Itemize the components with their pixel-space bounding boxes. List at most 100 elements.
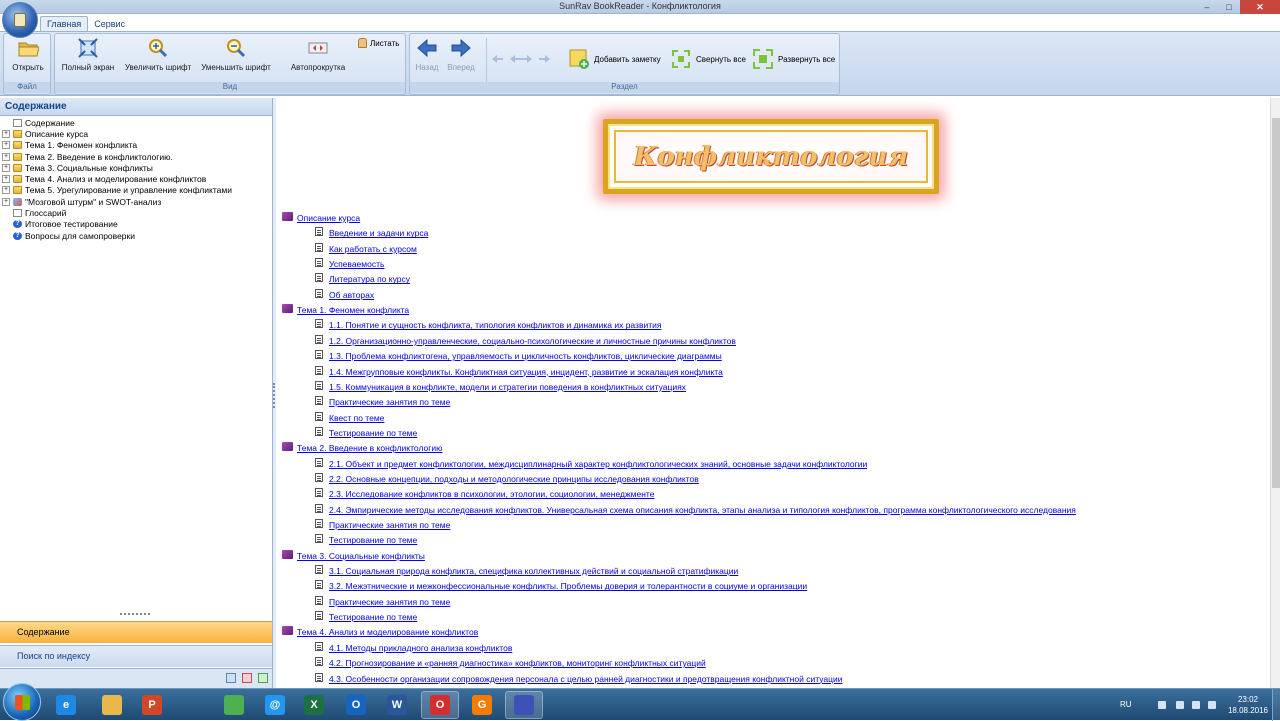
- toc-link[interactable]: Описание курса: [297, 213, 360, 223]
- toc-link[interactable]: Литература по курсу: [329, 274, 410, 284]
- start-button[interactable]: [3, 683, 41, 721]
- taskbar-app[interactable]: [505, 691, 543, 719]
- expand-toggle-icon[interactable]: +: [2, 129, 10, 138]
- toc-link[interactable]: Практические занятия по теме: [329, 397, 450, 407]
- toc-link[interactable]: 1.5. Коммуникация в конфликте, модели и …: [329, 382, 686, 392]
- page-icon: [315, 641, 323, 651]
- tree-item[interactable]: + Тема 3. Социальные конфликты: [2, 162, 272, 173]
- zoom-in-label: Увеличить шрифт: [124, 63, 192, 72]
- toc-link[interactable]: 1.1. Понятие и сущность конфликта, типол…: [329, 320, 661, 330]
- tree-item[interactable]: + Тема 1. Феномен конфликта: [2, 140, 272, 151]
- toc-link[interactable]: 3.1. Социальная природа конфликта, специ…: [329, 566, 738, 576]
- folder-icon: [13, 175, 22, 184]
- toc-link[interactable]: 1.2. Организационно-управленческие, соци…: [329, 336, 736, 346]
- tray-arrow-icon[interactable]: [1158, 701, 1166, 709]
- toc-link[interactable]: 4.2. Прогнозирование и «ранняя диагности…: [329, 658, 706, 668]
- network-icon[interactable]: [1192, 701, 1200, 709]
- scrollbar-thumb[interactable]: [1272, 118, 1280, 488]
- back-button[interactable]: Назад: [412, 37, 442, 72]
- bookmark-icon[interactable]: [242, 673, 252, 683]
- taskbar-app[interactable]: O: [421, 691, 459, 719]
- fullscreen-button[interactable]: Полный экран: [59, 37, 117, 72]
- collapse-all-button[interactable]: Свернуть все: [670, 48, 746, 70]
- tree-item[interactable]: Содержание: [2, 117, 272, 128]
- taskbar-app[interactable]: P: [133, 691, 171, 719]
- minimize-button[interactable]: –: [1196, 0, 1218, 14]
- toc-link[interactable]: Тестирование по теме: [329, 612, 417, 622]
- toc-link[interactable]: Практические занятия по теме: [329, 597, 450, 607]
- taskbar-app[interactable]: @: [256, 691, 294, 719]
- open-button[interactable]: Открыть: [9, 37, 47, 72]
- expand-toggle-icon[interactable]: +: [2, 186, 10, 195]
- tree-item[interactable]: + Тема 5. Урегулирование и управление кон…: [2, 185, 272, 196]
- tree-item[interactable]: + Тема 2. Введение в конфликтологию.: [2, 151, 272, 162]
- panel-option-icon[interactable]: [226, 673, 236, 683]
- toc-link[interactable]: 4.1. Методы прикладного анализа конфликт…: [329, 643, 512, 653]
- toc-link[interactable]: 2.2. Основные концепции, подходы и метод…: [329, 474, 699, 484]
- tree-item[interactable]: + Описание курса: [2, 128, 272, 139]
- taskbar-app[interactable]: X: [295, 691, 333, 719]
- page-icon: [315, 288, 323, 298]
- tree-item[interactable]: ? Вопросы для самопроверки: [2, 230, 272, 241]
- forward-button[interactable]: Вперед: [446, 37, 476, 72]
- taskbar-app[interactable]: W: [378, 691, 416, 719]
- expand-toggle-icon[interactable]: +: [2, 152, 10, 161]
- toc-link[interactable]: 3.2. Межэтнические и межконфессиональные…: [329, 581, 807, 591]
- clock[interactable]: 23:02 18.08.2016: [1228, 694, 1268, 716]
- tree-item[interactable]: ? Итоговое тестирование: [2, 219, 272, 230]
- zoom-in-button[interactable]: Увеличить шрифт: [123, 37, 193, 72]
- app-menu-button[interactable]: [2, 2, 38, 38]
- tab-home[interactable]: Главная: [40, 16, 89, 31]
- toc-link[interactable]: 2.3. Исследование конфликтов в психологи…: [329, 489, 654, 499]
- toc-link[interactable]: Тестирование по теме: [329, 535, 417, 545]
- vertical-scrollbar[interactable]: [1270, 98, 1280, 688]
- autoscroll-button[interactable]: Автопрокрутка: [285, 37, 351, 72]
- taskbar-app[interactable]: [93, 691, 131, 719]
- zoom-out-button[interactable]: Уменьшить шрифт: [200, 37, 272, 72]
- nav-search-button[interactable]: Поиск по индексу: [0, 645, 272, 667]
- toc-link[interactable]: Тема 3. Социальные конфликты: [297, 551, 425, 561]
- nav-contents-button[interactable]: Содержание: [0, 621, 272, 643]
- toc-link[interactable]: Успеваемость: [329, 259, 384, 269]
- tree-item[interactable]: + "Мозговой штурм" и SWOT-анализ: [2, 196, 272, 207]
- splitter-grip[interactable]: [120, 613, 150, 616]
- toc-link[interactable]: 2.4. Эмпирические методы исследования ко…: [329, 505, 1076, 515]
- expand-toggle-icon[interactable]: +: [2, 163, 10, 172]
- toc-link[interactable]: Тема 4. Анализ и моделирование конфликто…: [297, 627, 478, 637]
- toc-link[interactable]: Тема 1. Феномен конфликта: [297, 305, 409, 315]
- toc-link[interactable]: Тестирование по теме: [329, 428, 417, 438]
- taskbar-app[interactable]: G: [463, 691, 501, 719]
- volume-icon[interactable]: [1208, 701, 1216, 709]
- taskbar-app[interactable]: e: [47, 691, 85, 719]
- maximize-button[interactable]: □: [1218, 0, 1240, 14]
- toc-link[interactable]: 4.3. Особенности организации сопровожден…: [329, 674, 842, 684]
- toc-link[interactable]: Тема 2. Введение в конфликтологию: [297, 443, 442, 453]
- flag-icon[interactable]: [1176, 701, 1184, 709]
- taskbar-app[interactable]: [215, 691, 253, 719]
- expand-toggle-icon[interactable]: +: [2, 141, 10, 150]
- add-icon[interactable]: [258, 673, 268, 683]
- close-button[interactable]: ✕: [1240, 0, 1280, 14]
- banner-title: Конфликтология: [633, 141, 909, 172]
- tree-item[interactable]: + Тема 4. Анализ и моделирование конфликт…: [2, 173, 272, 184]
- toc-link[interactable]: Введение и задачи курса: [329, 228, 428, 238]
- show-desktop-button[interactable]: [1272, 689, 1280, 721]
- expand-toggle-icon[interactable]: +: [2, 175, 10, 184]
- tree-item[interactable]: Глоссарий: [2, 207, 272, 218]
- toc-link[interactable]: Как работать с курсом: [329, 244, 417, 254]
- toc-link[interactable]: Практические занятия по теме: [329, 520, 450, 530]
- expand-all-button[interactable]: Развернуть все: [752, 48, 835, 70]
- expand-toggle-icon[interactable]: +: [2, 197, 10, 206]
- toc-link[interactable]: 2.1. Объект и предмет конфликтологии, ме…: [329, 459, 867, 469]
- toc-link[interactable]: 1.4. Межгрупповые конфликты. Конфликтная…: [329, 367, 723, 377]
- tab-service[interactable]: Сервис: [88, 17, 131, 31]
- language-indicator[interactable]: RU: [1120, 700, 1132, 709]
- flip-button[interactable]: Листать: [358, 38, 399, 48]
- toc-link[interactable]: Квест по теме: [329, 413, 384, 423]
- add-note-button[interactable]: Добавить заметку: [568, 48, 661, 70]
- toc-link[interactable]: Об авторах: [329, 290, 374, 300]
- taskbar-app[interactable]: O: [337, 691, 375, 719]
- toc-link[interactable]: 1.3. Проблема конфликтогена, управляемос…: [329, 351, 722, 361]
- pane-splitter[interactable]: [273, 98, 276, 688]
- nav-small-arrows-icon: [492, 55, 550, 63]
